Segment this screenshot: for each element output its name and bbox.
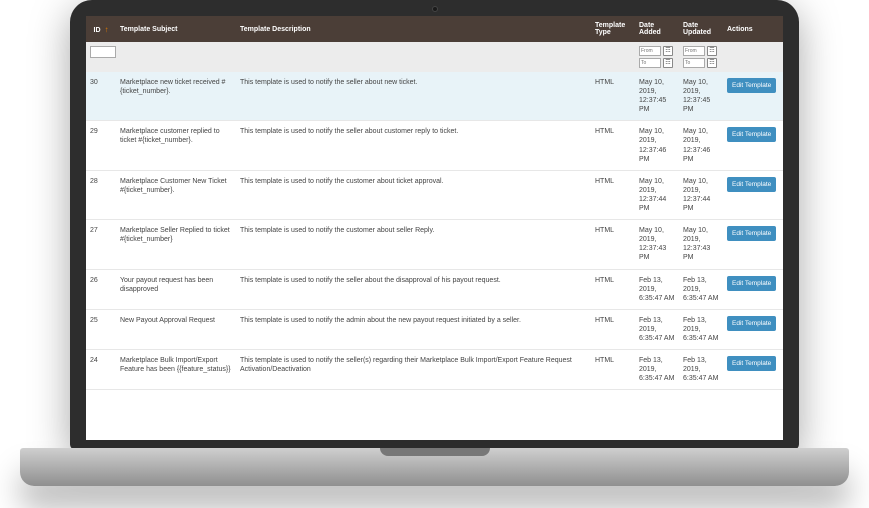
edit-template-button[interactable]: Edit Template (727, 356, 776, 371)
cell-actions: Edit Template (723, 170, 783, 219)
edit-template-button[interactable]: Edit Template (727, 276, 776, 291)
cell-actions: Edit Template (723, 269, 783, 309)
cell-added: May 10, 2019, 12:37:44 PM (635, 170, 679, 219)
cell-id: 24 (86, 350, 116, 390)
cell-actions: Edit Template (723, 72, 783, 121)
cell-subject: Marketplace Bulk Import/Export Feature h… (116, 350, 236, 390)
cell-added: May 10, 2019, 12:37:45 PM (635, 72, 679, 121)
laptop-frame: ID ↑ Template Subject Template Descripti… (0, 0, 869, 508)
cell-id: 27 (86, 220, 116, 269)
cell-type: HTML (591, 350, 635, 390)
cell-description: This template is used to notify the cust… (236, 220, 591, 269)
calendar-icon[interactable]: ☶ (663, 58, 673, 68)
screen-content: ID ↑ Template Subject Template Descripti… (86, 16, 783, 440)
id-filter-input[interactable] (90, 46, 116, 58)
cell-updated: May 10, 2019, 12:37:43 PM (679, 220, 723, 269)
table-row: 27Marketplace Seller Replied to ticket #… (86, 220, 783, 269)
laptop-lid: ID ↑ Template Subject Template Descripti… (70, 0, 799, 450)
cell-updated: May 10, 2019, 12:37:44 PM (679, 170, 723, 219)
cell-description: This template is used to notify the sell… (236, 350, 591, 390)
cell-id: 25 (86, 309, 116, 349)
date-updated-to-input[interactable] (683, 58, 705, 68)
cell-updated: Feb 13, 2019, 6:35:47 AM (679, 309, 723, 349)
col-header-updated[interactable]: Date Updated (679, 16, 723, 42)
edit-template-button[interactable]: Edit Template (727, 316, 776, 331)
sort-desc-icon: ↑ (104, 25, 108, 34)
templates-table: ID ↑ Template Subject Template Descripti… (86, 16, 783, 390)
cell-subject: Marketplace customer replied to ticket #… (116, 121, 236, 170)
cell-type: HTML (591, 72, 635, 121)
table-row: 26Your payout request has been disapprov… (86, 269, 783, 309)
table-row: 30Marketplace new ticket received #{tick… (86, 72, 783, 121)
cell-type: HTML (591, 269, 635, 309)
cell-id: 28 (86, 170, 116, 219)
camera-icon (432, 6, 438, 12)
cell-actions: Edit Template (723, 309, 783, 349)
cell-actions: Edit Template (723, 121, 783, 170)
cell-description: This template is used to notify the admi… (236, 309, 591, 349)
col-header-id-label: ID (94, 27, 101, 34)
cell-description: This template is used to notify the cust… (236, 170, 591, 219)
cell-added: May 10, 2019, 12:37:43 PM (635, 220, 679, 269)
cell-subject: New Payout Approval Request (116, 309, 236, 349)
cell-type: HTML (591, 170, 635, 219)
col-header-description[interactable]: Template Description (236, 16, 591, 42)
cell-subject: Your payout request has been disapproved (116, 269, 236, 309)
cell-type: HTML (591, 220, 635, 269)
cell-actions: Edit Template (723, 350, 783, 390)
cell-id: 29 (86, 121, 116, 170)
date-added-to-input[interactable] (639, 58, 661, 68)
cell-updated: Feb 13, 2019, 6:35:47 AM (679, 350, 723, 390)
cell-subject: Marketplace Customer New Ticket #{ticket… (116, 170, 236, 219)
cell-added: Feb 13, 2019, 6:35:47 AM (635, 269, 679, 309)
cell-description: This template is used to notify the sell… (236, 121, 591, 170)
laptop-base (20, 448, 849, 486)
cell-updated: May 10, 2019, 12:37:46 PM (679, 121, 723, 170)
laptop-notch (380, 448, 490, 456)
col-header-added[interactable]: Date Added (635, 16, 679, 42)
date-updated-from-input[interactable] (683, 46, 705, 56)
cell-added: Feb 13, 2019, 6:35:47 AM (635, 309, 679, 349)
calendar-icon[interactable]: ☶ (707, 58, 717, 68)
date-updated-filter: ☶ ☶ (683, 46, 719, 68)
table-row: 25New Payout Approval RequestThis templa… (86, 309, 783, 349)
filter-row: ☶ ☶ (86, 42, 783, 72)
edit-template-button[interactable]: Edit Template (727, 78, 776, 93)
cell-added: Feb 13, 2019, 6:35:47 AM (635, 350, 679, 390)
col-header-actions: Actions (723, 16, 783, 42)
table-row: 24Marketplace Bulk Import/Export Feature… (86, 350, 783, 390)
edit-template-button[interactable]: Edit Template (727, 177, 776, 192)
cell-description: This template is used to notify the sell… (236, 72, 591, 121)
table-row: 28Marketplace Customer New Ticket #{tick… (86, 170, 783, 219)
cell-description: This template is used to notify the sell… (236, 269, 591, 309)
cell-updated: May 10, 2019, 12:37:45 PM (679, 72, 723, 121)
cell-type: HTML (591, 309, 635, 349)
table-row: 29Marketplace customer replied to ticket… (86, 121, 783, 170)
cell-updated: Feb 13, 2019, 6:35:47 AM (679, 269, 723, 309)
cell-added: May 10, 2019, 12:37:46 PM (635, 121, 679, 170)
edit-template-button[interactable]: Edit Template (727, 127, 776, 142)
cell-subject: Marketplace Seller Replied to ticket #{t… (116, 220, 236, 269)
cell-actions: Edit Template (723, 220, 783, 269)
date-added-from-input[interactable] (639, 46, 661, 56)
col-header-type[interactable]: Template Type (591, 16, 635, 42)
cell-subject: Marketplace new ticket received #{ticket… (116, 72, 236, 121)
cell-id: 26 (86, 269, 116, 309)
edit-template-button[interactable]: Edit Template (727, 226, 776, 241)
col-header-id[interactable]: ID ↑ (86, 16, 116, 42)
cell-type: HTML (591, 121, 635, 170)
cell-id: 30 (86, 72, 116, 121)
calendar-icon[interactable]: ☶ (707, 46, 717, 56)
calendar-icon[interactable]: ☶ (663, 46, 673, 56)
col-header-subject[interactable]: Template Subject (116, 16, 236, 42)
date-added-filter: ☶ ☶ (639, 46, 675, 68)
